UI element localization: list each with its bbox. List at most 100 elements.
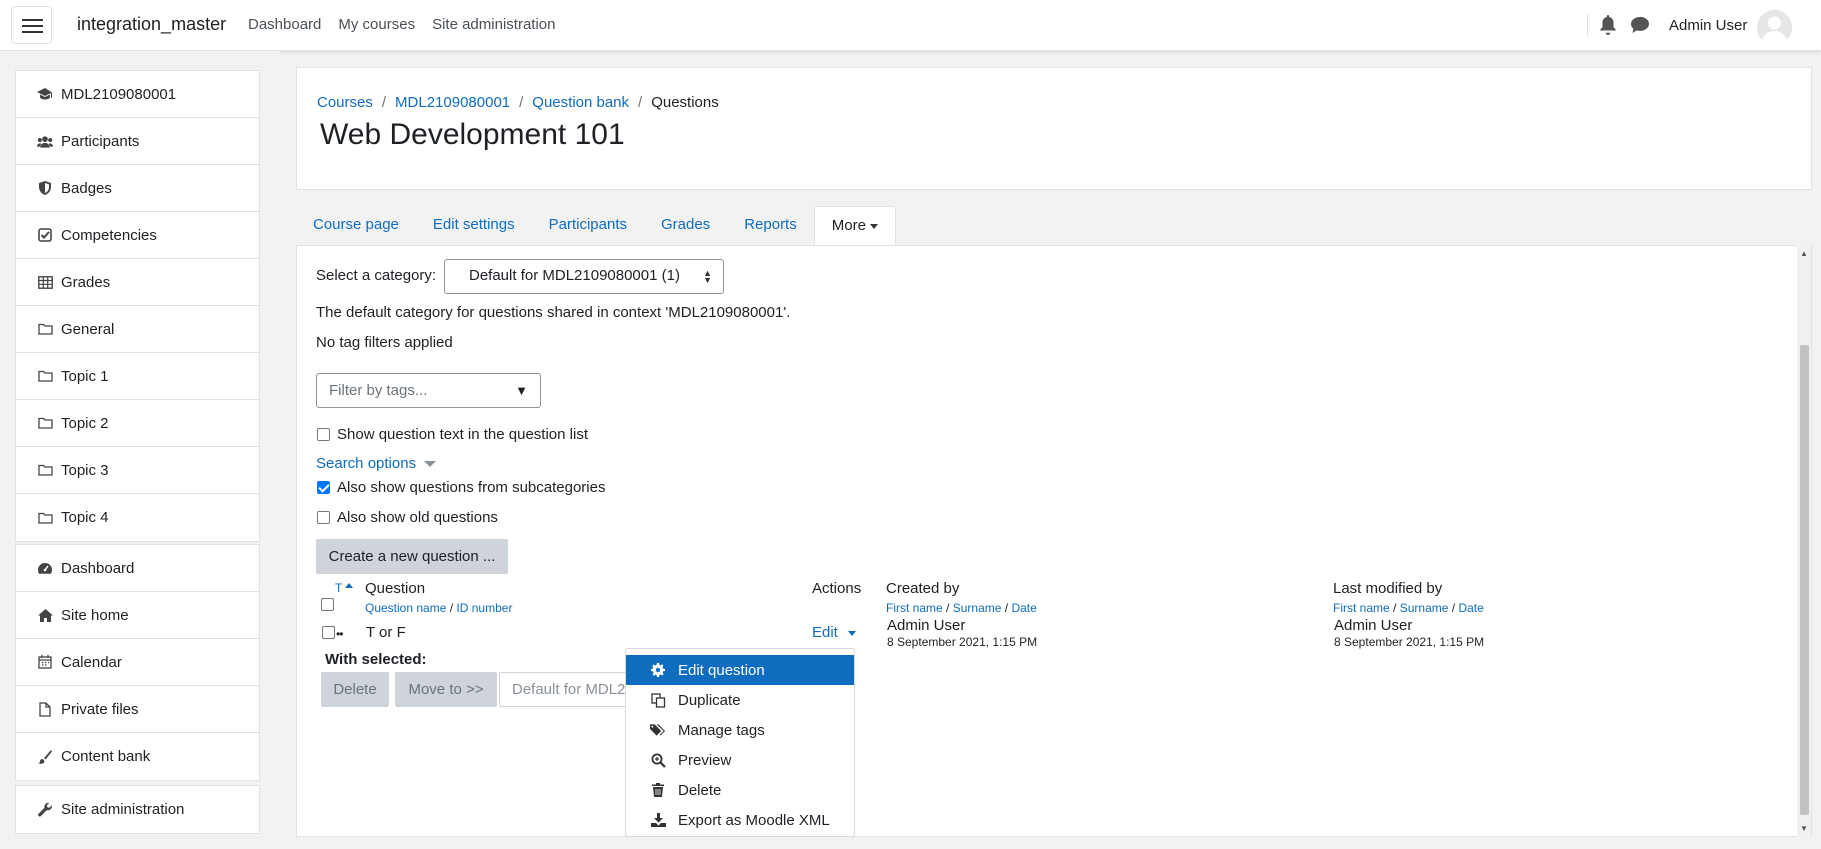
tab-participants[interactable]: Participants: [532, 206, 644, 246]
drawer-item-label: Dashboard: [61, 559, 135, 577]
search-plus-icon: [650, 752, 666, 768]
sort-separator: /: [449, 601, 454, 615]
folder-icon: [37, 462, 53, 478]
breadcrumb-separator: /: [519, 94, 524, 111]
sort-modified-first-name[interactable]: First name: [1333, 601, 1390, 615]
scroll-down-icon[interactable]: ▼: [1800, 824, 1808, 833]
tab-reports[interactable]: Reports: [727, 206, 814, 246]
drawer-item-participants[interactable]: Participants: [16, 118, 259, 165]
drawer-item-dashboard[interactable]: Dashboard: [16, 545, 259, 592]
course-tabs: Course page Edit settings Participants G…: [296, 206, 896, 246]
users-icon: [37, 133, 53, 149]
menu-item-label: Export as Moodle XML: [678, 811, 830, 829]
drawer-item-topic-4[interactable]: Topic 4: [16, 494, 259, 541]
calendar-icon: [37, 654, 53, 670]
site-name[interactable]: integration_master: [77, 14, 226, 35]
menu-item-duplicate[interactable]: Duplicate: [626, 685, 854, 715]
site-nav-group: Dashboard Site home Calendar Private fil…: [15, 544, 260, 781]
drawer-item-label: Participants: [61, 132, 140, 150]
nav-link-my-courses[interactable]: My courses: [338, 16, 415, 33]
tab-course-page[interactable]: Course page: [296, 206, 416, 246]
subcategories-checkbox[interactable]: [317, 481, 330, 494]
caret-down-icon: [869, 223, 878, 229]
hamburger-icon: [22, 19, 43, 21]
folder-icon: [37, 510, 53, 526]
content-scrollbar[interactable]: ▲ ▼: [1797, 245, 1811, 837]
sort-question-name-link[interactable]: Question name: [365, 601, 446, 615]
tab-more[interactable]: More: [813, 206, 896, 246]
breadcrumb: Courses / MDL2109080001 / Question bank …: [317, 94, 719, 111]
sort-modified-date[interactable]: Date: [1458, 601, 1483, 615]
question-action-menu: Edit question Duplicate Manage tags Prev…: [625, 648, 855, 837]
drawer-item-topic-1[interactable]: Topic 1: [16, 353, 259, 400]
drawer-item-label: Topic 3: [61, 461, 109, 479]
question-row-checkbox[interactable]: [322, 626, 335, 639]
old-questions-checkbox[interactable]: [317, 511, 330, 524]
drawer-item-calendar[interactable]: Calendar: [16, 639, 259, 686]
actions-column-header: Actions: [812, 580, 862, 597]
course-nav-group: MDL2109080001 Participants Badges Compet…: [15, 70, 260, 542]
tag-filter-input[interactable]: Filter by tags... ▼: [316, 373, 541, 408]
menu-item-export-xml[interactable]: Export as Moodle XML: [626, 805, 854, 835]
drawer-item-course[interactable]: MDL2109080001: [16, 71, 259, 118]
scroll-up-icon[interactable]: ▲: [1800, 249, 1808, 258]
move-to-button[interactable]: Move to >>: [395, 672, 497, 707]
folder-icon: [37, 368, 53, 384]
delete-selected-button[interactable]: Delete: [321, 672, 389, 707]
drawer-item-label: Site administration: [61, 801, 185, 818]
modified-date: 8 September 2021, 1:15 PM: [1334, 635, 1485, 649]
menu-toggle-button[interactable]: [11, 6, 52, 44]
drawer-item-general[interactable]: General: [16, 306, 259, 353]
drawer-item-grades[interactable]: Grades: [16, 259, 259, 306]
breadcrumb-course[interactable]: MDL2109080001: [395, 94, 510, 111]
menu-item-label: Preview: [678, 751, 732, 769]
drawer-item-private-files[interactable]: Private files: [16, 686, 259, 733]
sort-created-surname[interactable]: Surname: [953, 601, 1002, 615]
check-square-icon: [37, 227, 53, 243]
breadcrumb-question-bank[interactable]: Question bank: [532, 94, 629, 111]
sort-created-date[interactable]: Date: [1011, 601, 1036, 615]
nav-drawer: MDL2109080001 Participants Badges Compet…: [0, 51, 280, 849]
avatar[interactable]: [1757, 10, 1792, 45]
drawer-item-badges[interactable]: Badges: [16, 165, 259, 212]
drawer-item-site-administration[interactable]: Site administration: [16, 786, 259, 833]
category-select-value: Default for MDL2109080001 (1): [469, 267, 680, 284]
create-question-button[interactable]: Create a new question ...: [316, 539, 508, 574]
old-questions-label: Also show old questions: [337, 509, 498, 526]
sort-modified-surname[interactable]: Surname: [1400, 601, 1449, 615]
menu-item-manage-tags[interactable]: Manage tags: [626, 715, 854, 745]
drawer-item-label: Site home: [61, 606, 129, 624]
sort-by-type-link[interactable]: T: [335, 581, 354, 595]
shield-icon: [37, 180, 53, 196]
menu-item-preview[interactable]: Preview: [626, 745, 854, 775]
bell-icon[interactable]: [1599, 15, 1617, 35]
menu-item-edit-question[interactable]: Edit question: [626, 655, 854, 685]
true-false-type-icon: ••: [336, 627, 343, 641]
drawer-item-topic-2[interactable]: Topic 2: [16, 400, 259, 447]
select-all-checkbox[interactable]: [321, 598, 334, 611]
drawer-item-topic-3[interactable]: Topic 3: [16, 447, 259, 494]
sort-created-first-name[interactable]: First name: [886, 601, 943, 615]
copy-icon: [650, 692, 666, 708]
download-icon: [650, 812, 666, 828]
menu-item-delete[interactable]: Delete: [626, 775, 854, 805]
sort-id-number-link[interactable]: ID number: [456, 601, 512, 615]
drawer-item-site-home[interactable]: Site home: [16, 592, 259, 639]
chat-icon[interactable]: [1630, 16, 1650, 34]
scrollbar-thumb[interactable]: [1800, 345, 1809, 815]
drawer-item-label: Topic 4: [61, 509, 109, 526]
show-question-text-checkbox[interactable]: [317, 428, 330, 441]
tab-grades[interactable]: Grades: [644, 206, 727, 246]
search-options-link[interactable]: Search options: [316, 455, 437, 472]
user-name[interactable]: Admin User: [1669, 17, 1747, 34]
tab-edit-settings[interactable]: Edit settings: [416, 206, 532, 246]
modified-by-name: Admin User: [1334, 617, 1413, 634]
nav-link-site-administration[interactable]: Site administration: [432, 16, 555, 33]
drawer-item-competencies[interactable]: Competencies: [16, 212, 259, 259]
category-select[interactable]: Default for MDL2109080001 (1) ▲ ▼: [444, 259, 724, 294]
breadcrumb-courses[interactable]: Courses: [317, 94, 373, 111]
question-edit-menu-toggle[interactable]: Edit: [812, 624, 857, 641]
menu-item-label: Delete: [678, 781, 722, 799]
nav-link-dashboard[interactable]: Dashboard: [248, 16, 321, 33]
drawer-item-content-bank[interactable]: Content bank: [16, 733, 259, 780]
